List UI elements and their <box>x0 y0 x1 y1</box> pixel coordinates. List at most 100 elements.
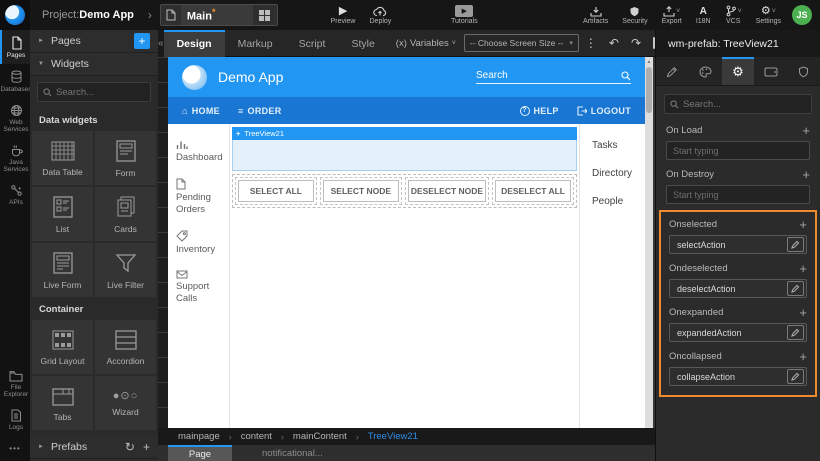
tab-script[interactable]: Script <box>286 30 339 57</box>
tab-properties-pencil[interactable] <box>656 57 689 85</box>
deselect-all-button[interactable]: DESELECT ALL <box>495 180 571 202</box>
screen-size-select[interactable]: -- Choose Screen Size -- ▾ <box>464 34 579 52</box>
widget-tile-list[interactable]: List <box>32 187 93 241</box>
widget-tile-grid-layout[interactable]: Grid Layout <box>32 320 93 374</box>
rail-item-pages[interactable]: Pages <box>0 30 30 64</box>
breadcrumb-content[interactable]: content <box>241 431 272 442</box>
prefabs-accordion-header[interactable]: ► Prefabs ↻+ <box>30 436 158 459</box>
rail-item-apis[interactable]: APIs <box>0 178 30 211</box>
add-event-button[interactable]: + <box>802 124 810 137</box>
app-search-box[interactable]: Search <box>476 70 631 84</box>
link-people[interactable]: People <box>592 196 645 207</box>
breadcrumb-mainpage[interactable]: mainpage <box>178 431 220 442</box>
scrollbar-thumb[interactable] <box>646 67 652 113</box>
nav-help[interactable]: ?HELP <box>520 106 559 116</box>
scroll-up-icon[interactable]: ▲ <box>647 57 652 67</box>
edit-action-button[interactable] <box>787 369 804 384</box>
user-avatar[interactable]: JS <box>792 5 812 25</box>
tab-style[interactable]: Style <box>338 30 387 57</box>
refresh-prefabs-icon[interactable]: ↻ <box>125 440 135 454</box>
link-tasks[interactable]: Tasks <box>592 140 645 151</box>
add-event-button[interactable]: + <box>799 306 807 319</box>
page-tab[interactable]: Page <box>168 445 232 461</box>
settings-button[interactable]: ⚙˅ Settings <box>756 0 781 30</box>
tab-events-gear[interactable]: ⚙ <box>722 57 755 85</box>
nav-logout[interactable]: LOGOUT <box>577 106 631 116</box>
sidebar-item-dashboard[interactable]: Dashboard <box>176 140 221 164</box>
widget-tile-live-filter[interactable]: Live Filter <box>95 243 156 297</box>
tab-styles-palette[interactable] <box>689 57 722 85</box>
add-event-button[interactable]: + <box>802 168 810 181</box>
widget-tile-wizard[interactable]: ●⊙○ Wizard <box>95 376 156 430</box>
tutorials-button[interactable]: ▶ Tutorials <box>451 0 478 30</box>
event-value-box[interactable]: expandedAction <box>669 323 807 342</box>
event-value-box[interactable]: collapseAction <box>669 367 807 386</box>
add-page-button[interactable]: + <box>134 33 150 49</box>
rail-item-databases[interactable]: Databases <box>0 64 30 98</box>
rail-item-logs[interactable]: Logs <box>0 403 30 436</box>
treeview-empty-area[interactable] <box>232 140 577 171</box>
wavemaker-logo[interactable] <box>0 0 30 30</box>
event-value-box[interactable]: selectAction <box>669 235 807 254</box>
edit-action-button[interactable] <box>787 325 804 340</box>
event-value-box[interactable]: deselectAction <box>669 279 807 298</box>
ondestroy-event-input[interactable] <box>673 190 803 200</box>
sidebar-item-inventory[interactable]: Inventory <box>176 230 221 256</box>
edit-action-button[interactable] <box>787 281 804 296</box>
rail-more-button[interactable]: ••• <box>0 436 30 461</box>
variables-button[interactable]: (x) Variables ˅ <box>396 38 456 49</box>
add-event-button[interactable]: + <box>799 350 807 363</box>
add-event-button[interactable]: + <box>799 262 807 275</box>
widget-tile-accordion[interactable]: Accordion <box>95 320 156 374</box>
security-button[interactable]: Security <box>622 0 647 30</box>
events-search-box[interactable] <box>664 94 812 114</box>
widgets-accordion-header[interactable]: ▼ Widgets <box>30 53 158 76</box>
pages-grid-icon[interactable] <box>253 5 277 25</box>
pages-accordion-header[interactable]: ► Pages + <box>30 30 158 53</box>
onload-event-input[interactable] <box>673 146 803 156</box>
deselect-node-button[interactable]: DESELECT NODE <box>408 180 486 202</box>
breadcrumb-maincontent[interactable]: mainContent <box>293 431 347 442</box>
sidebar-item-support-calls[interactable]: Support Calls <box>176 270 221 305</box>
treeview-prefab[interactable]: + TreeView21 <box>232 127 577 171</box>
export-button[interactable]: ˅ Export <box>662 0 682 30</box>
deploy-button[interactable]: Deploy <box>370 0 392 30</box>
widget-move-icon[interactable]: + <box>236 129 240 138</box>
canvas-scrollbar[interactable]: ▲ <box>645 57 653 428</box>
link-directory[interactable]: Directory <box>592 168 645 179</box>
rail-item-web-services[interactable]: Web Services <box>0 98 30 138</box>
widget-tile-live-form[interactable]: Live Form <box>32 243 93 297</box>
vcs-button[interactable]: ˅ VCS <box>725 0 742 30</box>
preview-button[interactable]: ▶ Preview <box>331 0 356 30</box>
widget-tile-cards[interactable]: Cards <box>95 187 156 241</box>
tab-markup[interactable]: Markup <box>225 30 286 57</box>
page-selector[interactable]: Main* <box>160 4 278 26</box>
rail-item-java-services[interactable]: Java Services <box>0 138 30 178</box>
widget-search-box[interactable] <box>37 82 151 102</box>
nav-order[interactable]: ≡ORDER <box>238 106 282 116</box>
sidebar-item-pending-orders[interactable]: Pending Orders <box>176 178 221 216</box>
add-prefab-icon[interactable]: + <box>143 440 150 454</box>
add-event-button[interactable]: + <box>799 218 807 231</box>
edit-action-button[interactable] <box>787 237 804 252</box>
widget-search-input[interactable] <box>56 87 145 98</box>
i18n-button[interactable]: A I18N <box>696 0 711 30</box>
tab-design[interactable]: Design <box>164 30 225 57</box>
artifacts-button[interactable]: Artifacts <box>583 0 608 30</box>
select-all-button[interactable]: SELECT ALL <box>238 180 314 202</box>
treeview-selection-header[interactable]: + TreeView21 <box>232 127 577 140</box>
breadcrumb-treeview21[interactable]: TreeView21 <box>368 431 418 442</box>
widget-tile-data-table[interactable]: Data Table <box>32 131 93 185</box>
tab-security-shield[interactable] <box>787 57 820 85</box>
nav-home[interactable]: ⌂HOME <box>182 106 220 116</box>
redo-button[interactable]: ↷ <box>631 36 641 50</box>
widget-tile-tabs[interactable]: Tabs <box>32 376 93 430</box>
select-node-button[interactable]: SELECT NODE <box>323 180 399 202</box>
rail-item-file-explorer[interactable]: File Explorer <box>0 364 30 403</box>
undo-button[interactable]: ↶ <box>609 36 619 50</box>
more-options-kebab-icon[interactable]: ⋮ <box>585 36 597 50</box>
tab-device[interactable] <box>754 57 787 85</box>
events-search-input[interactable] <box>683 99 806 110</box>
widget-tile-form[interactable]: Form <box>95 131 156 185</box>
notification-tab[interactable]: notificational... <box>262 445 323 461</box>
